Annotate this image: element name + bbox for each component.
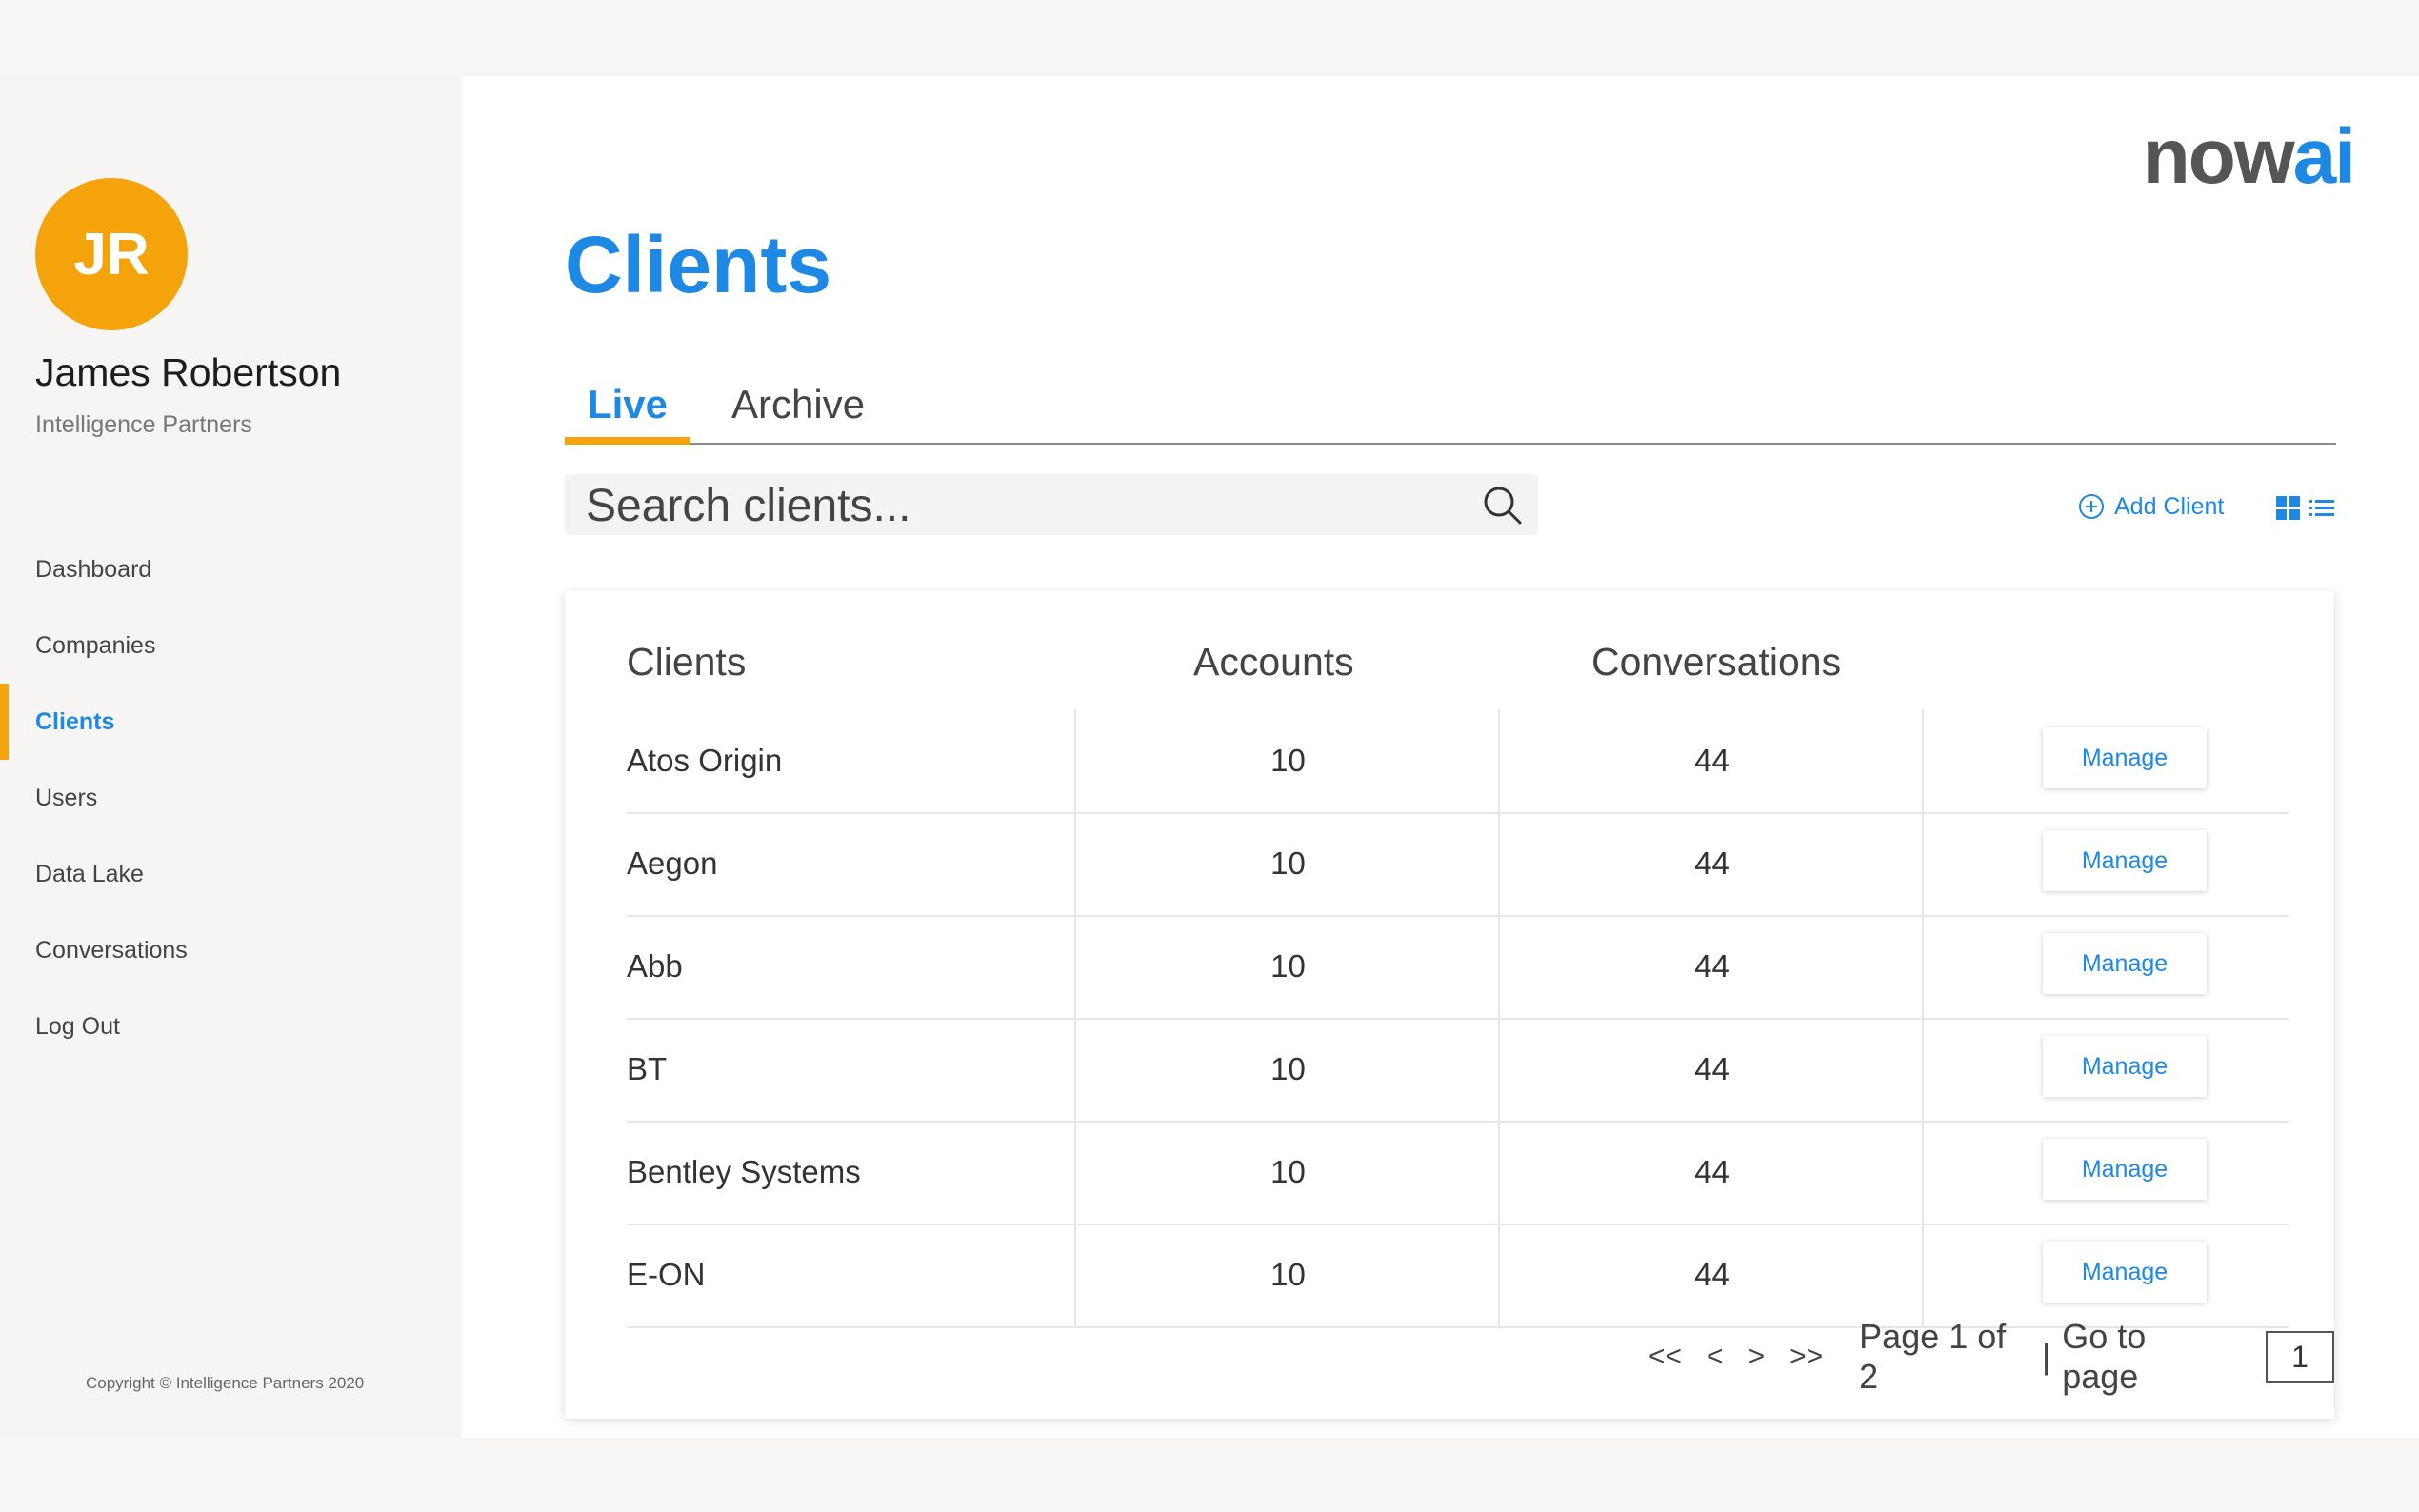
copyright-text: Copyright © Intelligence Partners 2020 <box>86 1374 365 1392</box>
clients-table: Clients Accounts Conversations Atos Orig… <box>565 590 2334 1419</box>
client-name: E-ON <box>627 1257 706 1292</box>
conversations-count: 44 <box>1498 1018 1924 1121</box>
sidebar-item-dashboard[interactable]: Dashboard <box>0 531 462 607</box>
header-clients: Clients <box>627 640 747 684</box>
last-page-button[interactable]: >> <box>1789 1341 1823 1373</box>
go-to-page-input[interactable] <box>2266 1331 2334 1383</box>
add-client-button[interactable]: Add Client <box>2078 487 2224 526</box>
next-page-button[interactable]: > <box>1749 1341 1766 1373</box>
sidebar-item-clients[interactable]: Clients <box>0 684 462 760</box>
table-row: E-ON 10 44 Manage <box>627 1224 2289 1328</box>
manage-button[interactable]: Manage <box>2043 1242 2207 1303</box>
manage-button[interactable]: Manage <box>2043 933 2207 994</box>
window-top-frame <box>0 0 2419 76</box>
pagination: << < > >> Page 1 of 2 | Go to page <box>1649 1317 2334 1396</box>
tab-live[interactable]: Live <box>565 367 690 445</box>
client-name: Bentley Systems <box>627 1154 861 1189</box>
table-row: Aegon 10 44 Manage <box>627 812 2289 917</box>
header-accounts: Accounts <box>1193 640 1354 684</box>
brand-logo: nowai <box>2142 112 2356 202</box>
actions-cell: Manage <box>1922 1121 2290 1224</box>
first-page-button[interactable]: << <box>1649 1341 1682 1373</box>
table-row: BT 10 44 Manage <box>627 1018 2289 1123</box>
tab-bar: Live Archive <box>565 367 2336 445</box>
manage-button[interactable]: Manage <box>2043 1139 2207 1200</box>
list-view-icon[interactable] <box>2309 496 2334 521</box>
search-input[interactable] <box>565 474 1445 537</box>
table-row: Bentley Systems 10 44 Manage <box>627 1121 2289 1225</box>
table-row: Abb 10 44 Manage <box>627 915 2289 1020</box>
accounts-count: 10 <box>1074 1121 1500 1224</box>
prev-page-button[interactable]: < <box>1707 1341 1724 1373</box>
sidebar-item-log-out[interactable]: Log Out <box>0 988 462 1064</box>
window-bottom-frame <box>0 1438 2419 1512</box>
conversations-count: 44 <box>1498 1224 1924 1326</box>
actions-cell: Manage <box>1922 1018 2290 1121</box>
conversations-count: 44 <box>1498 812 1924 915</box>
sidebar-item-users[interactable]: Users <box>0 760 462 836</box>
table-row: Atos Origin 10 44 Manage <box>627 709 2289 814</box>
client-name: Atos Origin <box>627 743 783 778</box>
go-to-page-label: Go to page <box>2062 1317 2147 1396</box>
actions-cell: Manage <box>1922 709 2290 812</box>
client-name: Aegon <box>627 846 718 881</box>
logo-text-now: now <box>2142 113 2295 200</box>
tab-archive[interactable]: Archive <box>731 367 865 443</box>
search-box <box>565 474 1538 537</box>
grid-view-icon[interactable] <box>2276 496 2301 521</box>
main-content: nowai Clients Live Archive Add Client <box>462 76 2419 1438</box>
conversations-count: 44 <box>1498 709 1924 812</box>
manage-button[interactable]: Manage <box>2043 727 2207 788</box>
manage-button[interactable]: Manage <box>2043 1036 2207 1097</box>
page-info: Page 1 of 2 <box>1859 1317 2007 1396</box>
sidebar: JR James Robertson Intelligence Partners… <box>0 76 462 1438</box>
actions-cell: Manage <box>1922 812 2290 915</box>
conversations-count: 44 <box>1498 1121 1924 1224</box>
user-organization: Intelligence Partners <box>35 411 252 438</box>
user-name: James Robertson <box>35 350 342 394</box>
accounts-count: 10 <box>1074 915 1500 1018</box>
search-icon[interactable] <box>1481 484 1523 526</box>
actions-cell: Manage <box>1922 1224 2290 1326</box>
accounts-count: 10 <box>1074 812 1500 915</box>
actions-cell: Manage <box>1922 915 2290 1018</box>
accounts-count: 10 <box>1074 1224 1500 1326</box>
conversations-count: 44 <box>1498 915 1924 1018</box>
accounts-count: 10 <box>1074 1018 1500 1121</box>
sidebar-item-data-lake[interactable]: Data Lake <box>0 836 462 912</box>
pagination-separator: | <box>2041 1337 2051 1376</box>
accounts-count: 10 <box>1074 709 1500 812</box>
page-title: Clients <box>565 220 832 309</box>
add-client-label: Add Client <box>2114 493 2225 520</box>
client-name: Abb <box>627 948 683 984</box>
sidebar-nav: Dashboard Companies Clients Users Data L… <box>0 531 462 1064</box>
client-name: BT <box>627 1051 668 1086</box>
logo-text-ai: ai <box>2292 113 2356 200</box>
manage-button[interactable]: Manage <box>2043 830 2207 891</box>
avatar[interactable]: JR <box>35 178 188 330</box>
sidebar-item-conversations[interactable]: Conversations <box>0 912 462 988</box>
sidebar-item-companies[interactable]: Companies <box>0 607 462 684</box>
header-conversations: Conversations <box>1591 640 1842 684</box>
plus-circle-icon <box>2079 494 2104 519</box>
